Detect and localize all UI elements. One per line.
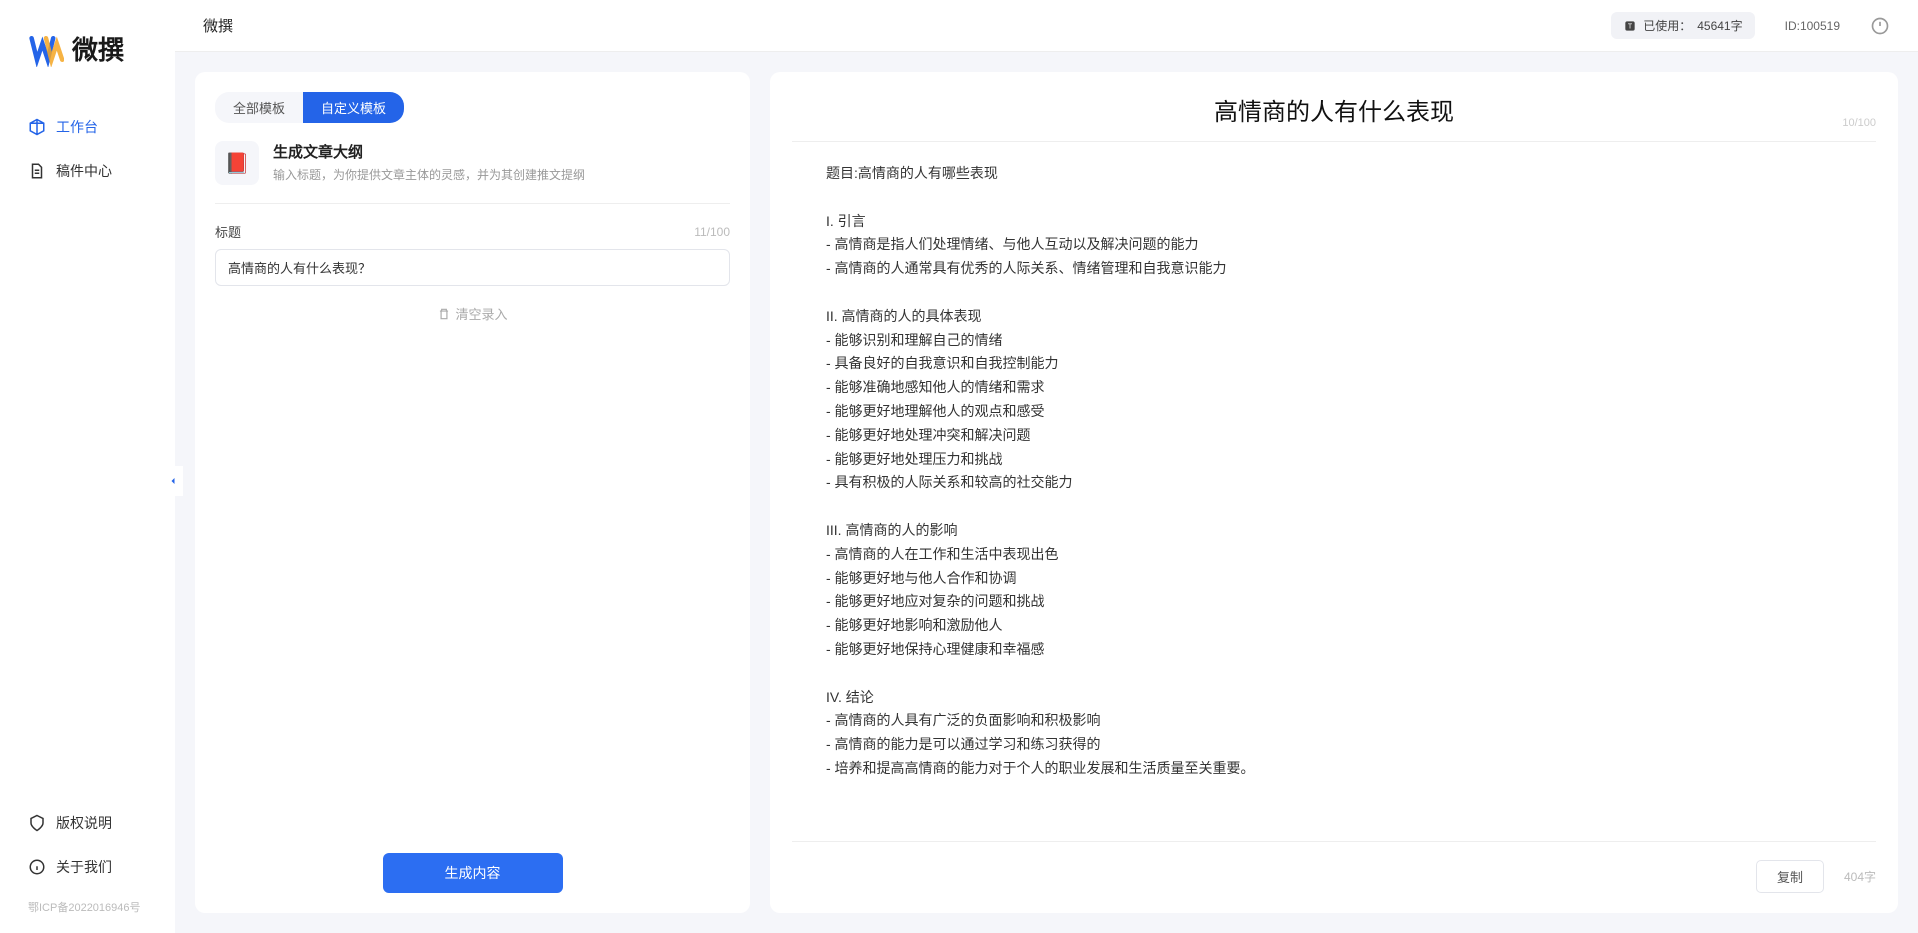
page-title: 微撰 xyxy=(203,15,233,36)
template-card: 📕 生成文章大纲 输入标题，为你提供文章主体的灵感，并为其创建推文提纲 xyxy=(195,141,750,203)
output-panel: 高情商的人有什么表现 10/100 题目:高情商的人有哪些表现 I. 引言 - … xyxy=(770,72,1898,913)
info-icon xyxy=(28,858,46,876)
chevron-left-icon xyxy=(167,475,179,487)
input-panel-footer: 生成内容 xyxy=(195,853,750,893)
usage-badge[interactable]: T 已使用： 45641字 xyxy=(1611,12,1754,39)
title-field-section: 标题 11/100 清空录入 xyxy=(195,222,750,323)
nav-workspace[interactable]: 工作台 xyxy=(10,107,165,147)
power-icon[interactable] xyxy=(1870,16,1890,36)
header-right: T 已使用： 45641字 ID:100519 xyxy=(1611,12,1890,39)
tab-all-templates[interactable]: 全部模板 xyxy=(215,92,303,123)
template-meta: 生成文章大纲 输入标题，为你提供文章主体的灵感，并为其创建推文提纲 xyxy=(273,141,585,183)
output-header: 高情商的人有什么表现 10/100 xyxy=(792,92,1876,142)
output-title: 高情商的人有什么表现 xyxy=(832,92,1836,127)
copy-button[interactable]: 复制 xyxy=(1756,860,1824,893)
title-label: 标题 xyxy=(215,222,241,241)
template-tabs: 全部模板 自定义模板 xyxy=(195,92,750,141)
char-count: 404字 xyxy=(1844,868,1876,885)
nav-drafts[interactable]: 稿件中心 xyxy=(10,151,165,191)
template-desc: 输入标题，为你提供文章主体的灵感，并为其创建推文提纲 xyxy=(273,166,585,183)
sidebar: 微撰 工作台 稿件中心 版权说明 关于我们 鄂ICP备2022016946号 xyxy=(0,0,175,933)
usage-value: 45641字 xyxy=(1697,17,1742,34)
output-head-counter: 10/100 xyxy=(1842,117,1876,129)
user-id: ID:100519 xyxy=(1785,19,1840,33)
clear-label: 清空录入 xyxy=(455,304,507,323)
template-title: 生成文章大纲 xyxy=(273,141,585,162)
logo-text: 微撰 xyxy=(72,30,124,67)
main: 微撰 T 已使用： 45641字 ID:100519 全部模板 自定义模板 📕 生… xyxy=(175,0,1918,933)
nav-copyright[interactable]: 版权说明 xyxy=(10,803,165,843)
divider xyxy=(215,203,730,204)
svg-text:T: T xyxy=(1628,23,1633,30)
generate-button[interactable]: 生成内容 xyxy=(383,853,563,893)
content-area: 全部模板 自定义模板 📕 生成文章大纲 输入标题，为你提供文章主体的灵感，并为其… xyxy=(175,52,1918,933)
tab-custom-template[interactable]: 自定义模板 xyxy=(303,92,404,123)
usage-label: 已使用： xyxy=(1643,17,1691,34)
bottom-nav: 版权说明 关于我们 鄂ICP备2022016946号 xyxy=(0,803,175,933)
cube-icon xyxy=(28,118,46,136)
sidebar-collapse-button[interactable] xyxy=(163,466,183,496)
nav-about[interactable]: 关于我们 xyxy=(10,847,165,887)
clear-input-button[interactable]: 清空录入 xyxy=(215,304,730,323)
trash-icon xyxy=(437,307,451,321)
header: 微撰 T 已使用： 45641字 ID:100519 xyxy=(175,0,1918,52)
output-footer: 复制 404字 xyxy=(792,841,1876,893)
nav-label: 版权说明 xyxy=(56,813,112,833)
title-input[interactable] xyxy=(215,249,730,286)
nav-label: 关于我们 xyxy=(56,857,112,877)
logo-icon xyxy=(28,31,64,67)
input-panel: 全部模板 自定义模板 📕 生成文章大纲 输入标题，为你提供文章主体的灵感，并为其… xyxy=(195,72,750,913)
nav-label: 稿件中心 xyxy=(56,161,112,181)
output-body[interactable]: 题目:高情商的人有哪些表现 I. 引言 - 高情商是指人们处理情绪、与他人互动以… xyxy=(770,142,1898,841)
nav-label: 工作台 xyxy=(56,117,98,137)
text-icon: T xyxy=(1623,19,1637,33)
shield-icon xyxy=(28,814,46,832)
document-icon xyxy=(28,162,46,180)
title-counter: 11/100 xyxy=(694,225,730,239)
template-icon: 📕 xyxy=(215,141,259,185)
main-nav: 工作台 稿件中心 xyxy=(0,107,175,803)
icp-text: 鄂ICP备2022016946号 xyxy=(10,891,165,923)
logo: 微撰 xyxy=(0,30,175,107)
